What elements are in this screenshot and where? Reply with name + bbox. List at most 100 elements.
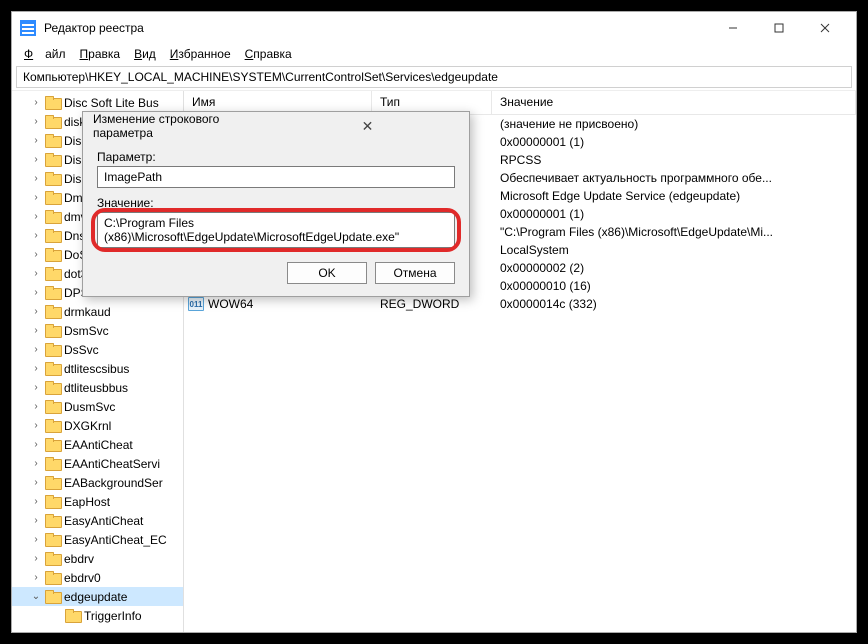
tree-item[interactable]: ›dtliteusbbus	[12, 378, 183, 397]
tree-item[interactable]: › Disc Soft Lite Bus	[12, 93, 183, 112]
expand-icon[interactable]: ›	[30, 287, 42, 298]
tree-label: DsmSvc	[64, 324, 109, 338]
expand-icon[interactable]: ›	[30, 268, 42, 279]
row-value: RPCSS	[492, 152, 856, 168]
tree-label: DXGKrnl	[64, 419, 111, 433]
tree-item[interactable]: ⌄ edgeupdate	[12, 587, 183, 606]
window-title: Редактор реестра	[44, 21, 702, 35]
cancel-button[interactable]: Отмена	[375, 262, 455, 284]
expand-icon[interactable]: ›	[30, 325, 42, 336]
folder-icon	[45, 571, 61, 584]
menu-help[interactable]: Справка	[239, 46, 298, 62]
expand-icon[interactable]: ›	[30, 173, 42, 184]
menu-view[interactable]: Вид	[128, 46, 162, 62]
tree-item[interactable]: › DsmSvc	[12, 321, 183, 340]
registry-editor-window: Редактор реестра Файл Правка Вид Избранн…	[11, 11, 857, 633]
folder-icon	[45, 438, 61, 451]
row-value: 0x00000001 (1)	[492, 134, 856, 150]
tree-item[interactable]: ›EasyAntiCheat_EC	[12, 530, 183, 549]
dialog-close-button[interactable]: ✕	[276, 118, 459, 135]
expand-icon[interactable]: ›	[30, 230, 42, 241]
expand-icon[interactable]: ›	[30, 116, 42, 127]
tree-item[interactable]: ›DusmSvc	[12, 397, 183, 416]
tree-label: EABackgroundSer	[64, 476, 163, 490]
menu-edit[interactable]: Правка	[74, 46, 127, 62]
folder-icon	[45, 115, 61, 128]
expand-icon[interactable]: ›	[30, 344, 42, 355]
tree-label: TriggerInfo	[84, 609, 142, 623]
folder-icon	[45, 172, 61, 185]
expand-icon[interactable]: ›	[30, 401, 42, 412]
tree-label: Disc Soft Lite Bus	[64, 96, 159, 110]
expand-icon[interactable]: ›	[30, 135, 42, 146]
edit-string-dialog: Изменение строкового параметра ✕ Парамет…	[82, 111, 470, 297]
expand-icon[interactable]: ›	[30, 477, 42, 488]
tree-item[interactable]: › ebdrv	[12, 549, 183, 568]
minimize-button[interactable]	[710, 12, 756, 44]
tree-item[interactable]: ›DsSvc	[12, 340, 183, 359]
expand-icon[interactable]: ›	[30, 534, 42, 545]
tree-item[interactable]: › ebdrv0	[12, 568, 183, 587]
folder-icon	[45, 153, 61, 166]
expand-icon[interactable]: ›	[30, 249, 42, 260]
expand-icon[interactable]: ›	[30, 420, 42, 431]
folder-icon	[45, 210, 61, 223]
col-value[interactable]: Значение	[492, 91, 856, 114]
tree-item[interactable]: ›EAAntiCheatServi	[12, 454, 183, 473]
expand-icon[interactable]: ›	[30, 154, 42, 165]
tree-item[interactable]: ›EapHost	[12, 492, 183, 511]
expand-icon[interactable]: ›	[30, 515, 42, 526]
expand-icon[interactable]: ›	[30, 553, 42, 564]
folder-icon	[45, 552, 61, 565]
folder-icon	[45, 590, 61, 603]
tree-item[interactable]: › DXGKrnl	[12, 416, 183, 435]
expand-icon[interactable]: ›	[30, 382, 42, 393]
folder-icon	[45, 400, 61, 413]
maximize-button[interactable]	[756, 12, 802, 44]
tree-label: ebdrv	[64, 552, 94, 566]
close-button[interactable]	[802, 12, 848, 44]
folder-icon	[45, 533, 61, 546]
row-value: Обеспечивает актуальность программного о…	[492, 170, 856, 186]
row-value: 0x00000001 (1)	[492, 206, 856, 222]
folder-icon	[45, 514, 61, 527]
expand-icon[interactable]: ›	[30, 496, 42, 507]
folder-icon	[45, 343, 61, 356]
expand-icon[interactable]: ›	[30, 192, 42, 203]
tree-item[interactable]: TriggerInfo	[12, 606, 183, 625]
folder-icon	[45, 476, 61, 489]
row-value: Microsoft Edge Update Service (edgeupdat…	[492, 188, 856, 204]
tree-label: Dm	[64, 191, 83, 205]
row-value: 0x0000014c (332)	[492, 296, 856, 312]
row-value: "C:\Program Files (x86)\Microsoft\EdgeUp…	[492, 224, 856, 240]
ok-button[interactable]: OK	[287, 262, 367, 284]
list-row[interactable]: 011WOW64REG_DWORD0x0000014c (332)	[184, 295, 856, 313]
menu-file[interactable]: Файл	[18, 46, 72, 62]
tree-label: ebdrv0	[64, 571, 101, 585]
tree-item[interactable]: › EABackgroundSer	[12, 473, 183, 492]
tree-item[interactable]: ›drmkaud	[12, 302, 183, 321]
tree-label: EasyAntiCheat	[64, 514, 143, 528]
tree-item[interactable]: › EAAntiCheat	[12, 435, 183, 454]
address-bar[interactable]: Компьютер\HKEY_LOCAL_MACHINE\SYSTEM\Curr…	[16, 66, 852, 88]
param-field[interactable]: ImagePath	[97, 166, 455, 188]
row-value: (значение не присвоено)	[492, 116, 856, 132]
expand-icon[interactable]: ›	[30, 363, 42, 374]
expand-icon[interactable]: ›	[30, 458, 42, 469]
folder-icon	[45, 229, 61, 242]
expand-icon[interactable]: ›	[30, 97, 42, 108]
expand-icon[interactable]: ›	[30, 439, 42, 450]
value-label: Значение:	[97, 196, 455, 210]
folder-icon	[65, 609, 81, 622]
expand-icon[interactable]: ›	[30, 572, 42, 583]
expand-icon[interactable]: ›	[30, 211, 42, 222]
tree-item[interactable]: ›dtlitescsibus	[12, 359, 183, 378]
tree-label: edgeupdate	[64, 590, 127, 604]
value-field[interactable]: C:\Program Files (x86)\Microsoft\EdgeUpd…	[97, 212, 455, 248]
menu-fav[interactable]: Избранное	[164, 46, 237, 62]
folder-icon	[45, 419, 61, 432]
expand-icon[interactable]: ›	[30, 306, 42, 317]
tree-item[interactable]: › EasyAntiCheat	[12, 511, 183, 530]
expand-icon[interactable]: ⌄	[30, 591, 42, 602]
tree-label: EAAntiCheat	[64, 438, 133, 452]
